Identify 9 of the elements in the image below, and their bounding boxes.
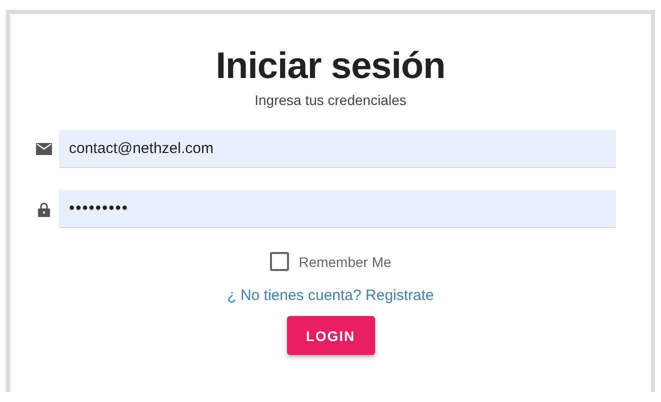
password-field[interactable]: ••••••••• xyxy=(59,190,616,228)
email-field[interactable]: contact@nethzel.com xyxy=(59,130,616,168)
page-title: Iniciar sesión xyxy=(216,44,446,88)
remember-checkbox[interactable] xyxy=(270,252,289,271)
login-button[interactable]: LOGIN xyxy=(286,316,374,355)
subtitle: Ingresa tus credenciales xyxy=(254,92,406,108)
register-link[interactable]: ¿ No tienes cuenta? Registrate xyxy=(227,287,434,304)
remember-label[interactable]: Remember Me xyxy=(298,254,392,270)
mail-icon xyxy=(33,143,55,155)
